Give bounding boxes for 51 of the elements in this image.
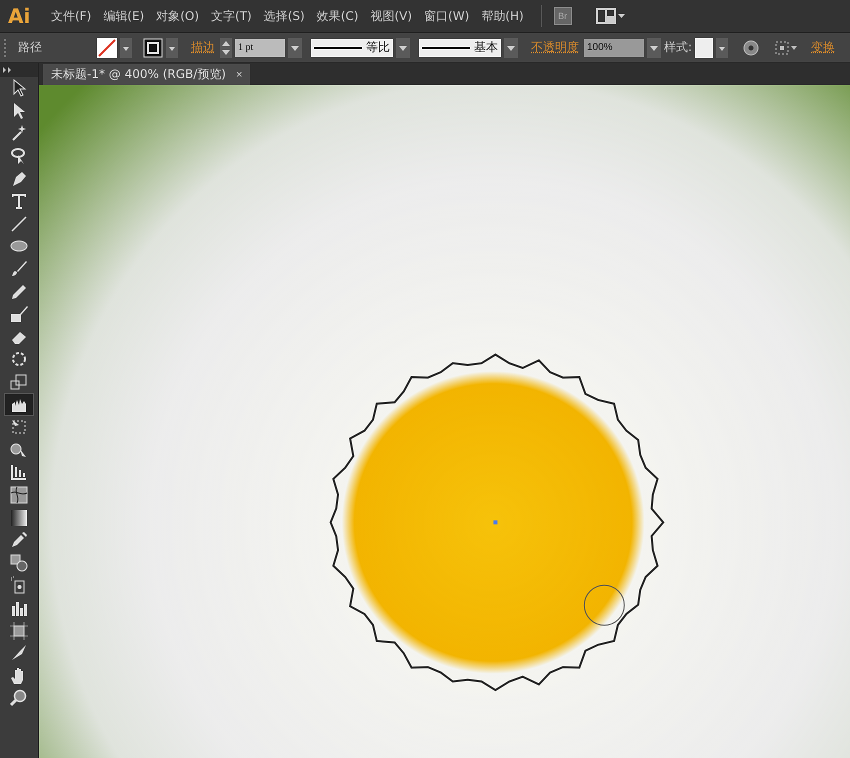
tool-button[interactable] <box>4 393 34 416</box>
blend-squares-icon <box>10 554 28 572</box>
fill-none-swatch[interactable] <box>97 38 117 58</box>
lasso-icon <box>10 147 28 166</box>
object-type-label: 路径 <box>18 39 43 56</box>
double-chevron-icon <box>3 67 13 73</box>
scale-icon <box>10 373 28 392</box>
slice-knife-icon <box>10 644 28 662</box>
toolbox-header-bar[interactable] <box>0 63 38 77</box>
brush-cursor-icon <box>584 584 625 626</box>
selected-path-outline[interactable] <box>330 353 665 692</box>
pen-icon <box>10 170 28 188</box>
center-point-icon <box>493 520 498 524</box>
stacked-bars-icon <box>10 463 28 482</box>
menu-item[interactable]: 窗口(W) <box>419 4 474 28</box>
spinner-arrows-icon[interactable] <box>220 38 232 58</box>
artboard-icon <box>10 622 28 640</box>
style-label: 样式: <box>664 39 692 56</box>
gradient-icon <box>10 508 28 527</box>
opacity-field[interactable]: 100% <box>584 38 644 56</box>
menu-item[interactable]: 效果(C) <box>312 4 364 28</box>
app-logo: Ai <box>8 4 32 28</box>
menu-item[interactable]: 帮助(H) <box>476 4 529 28</box>
rotate-icon <box>10 350 28 368</box>
paintbrush-icon <box>10 260 28 278</box>
eyedropper-icon <box>10 531 28 550</box>
stroke-weight-field[interactable]: 1 pt <box>235 38 285 56</box>
graphic-style-swatch[interactable] <box>695 38 714 58</box>
zoom-icon <box>10 689 28 708</box>
recolor-artwork-icon[interactable] <box>743 40 760 56</box>
line-segment-icon <box>10 214 28 233</box>
free-transform-icon <box>10 418 28 436</box>
document-tab[interactable]: 未标题-1* @ 400% (RGB/预览) × <box>43 64 250 85</box>
magic-wand-icon <box>10 124 28 142</box>
pencil-icon <box>10 282 28 301</box>
variable-width-profile-dropdown[interactable]: 等比 <box>311 38 393 56</box>
mesh-icon <box>10 486 28 504</box>
type-tool-icon <box>10 192 28 210</box>
menu-item[interactable]: 文字(T) <box>206 4 257 28</box>
menu-item[interactable]: 文件(F) <box>46 4 96 28</box>
close-tab-button[interactable]: × <box>236 68 242 80</box>
menu-item[interactable]: 选择(S) <box>258 4 310 28</box>
workspace-layout-icon[interactable] <box>596 8 626 24</box>
align-selection-icon[interactable] <box>774 40 798 56</box>
menu-item[interactable]: 对象(O) <box>151 4 204 28</box>
menu-item[interactable]: 视图(V) <box>365 4 418 28</box>
brush-definition-dropdown[interactable]: 基本 <box>419 38 501 56</box>
blob-brush-icon <box>10 305 28 324</box>
menu-item[interactable]: 编辑(E) <box>98 4 150 28</box>
document-title: 未标题-1* @ 400% (RGB/预览) <box>51 66 226 83</box>
stroke-swatch[interactable] <box>143 38 163 58</box>
